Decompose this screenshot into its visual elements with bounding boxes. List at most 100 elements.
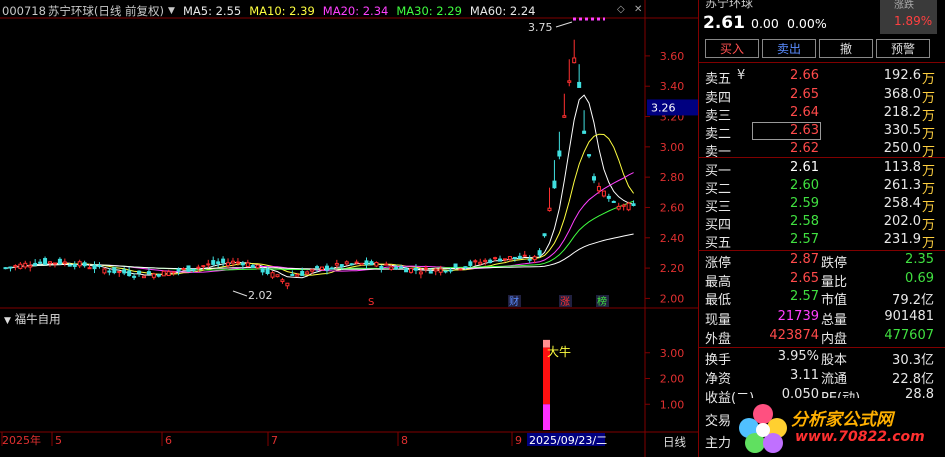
ask-price: 2.62 bbox=[790, 141, 819, 156]
candle bbox=[226, 262, 231, 267]
candle bbox=[132, 275, 137, 278]
trade-buttons: 买入 卖出 撤 预警 bbox=[705, 39, 930, 58]
candle bbox=[97, 265, 102, 268]
candle bbox=[285, 282, 290, 287]
low-label: 2.02 bbox=[248, 289, 273, 302]
stat-label: 净资 bbox=[705, 372, 732, 387]
stat-label: 总量 bbox=[821, 313, 848, 328]
stat-label: 内盘 bbox=[821, 332, 848, 347]
ma20-value: MA20: 2.34 bbox=[322, 4, 389, 18]
candle bbox=[542, 233, 547, 237]
ask-row[interactable]: 卖四 2.65 368.0 万 bbox=[699, 86, 945, 106]
candle bbox=[57, 258, 62, 265]
bid-price: 2.58 bbox=[790, 214, 819, 229]
stat-label: 涨停 bbox=[705, 256, 732, 271]
candle bbox=[112, 267, 117, 274]
candle bbox=[498, 258, 503, 262]
ask-price: 2.66 bbox=[790, 68, 819, 83]
close-icon[interactable]: ✕ bbox=[634, 4, 646, 16]
candle bbox=[38, 261, 43, 264]
bid-volume: 231.9 bbox=[883, 232, 921, 247]
y-tick-label: 2.20 bbox=[660, 262, 685, 275]
candle bbox=[166, 271, 171, 277]
candle bbox=[186, 265, 191, 272]
stock-name: 苏宁环球 bbox=[47, 4, 94, 18]
candle bbox=[418, 271, 423, 275]
candle bbox=[611, 200, 616, 203]
candle bbox=[453, 263, 458, 268]
candle bbox=[13, 265, 18, 268]
high-arrow bbox=[555, 21, 573, 28]
alert-button[interactable]: 预警 bbox=[876, 39, 930, 58]
dropdown-icon[interactable]: ▼ bbox=[168, 6, 175, 16]
stat-label[interactable]: 主力 bbox=[705, 432, 731, 451]
ask-volume: 368.0 bbox=[883, 87, 921, 102]
stat-value: 3.95% bbox=[777, 349, 819, 364]
candle bbox=[305, 271, 310, 275]
stat-label: 最高 bbox=[705, 275, 732, 290]
candle bbox=[601, 190, 606, 197]
candle bbox=[483, 259, 488, 263]
ask-row[interactable]: 卖一 2.62 250.0 万 bbox=[699, 140, 945, 160]
stat-value: 2.35 bbox=[905, 252, 934, 267]
candle bbox=[280, 279, 285, 283]
stat-value: 0.69 bbox=[905, 271, 934, 286]
ask-row[interactable]: 卖二 2.63 330.5 万 bbox=[699, 122, 945, 142]
kline-chart[interactable]: 3.603.403.203.002.802.602.402.202.003.26… bbox=[0, 0, 698, 457]
candle bbox=[616, 205, 621, 210]
candle bbox=[339, 264, 344, 268]
stat-value: 2.65 bbox=[790, 271, 819, 286]
bid-row[interactable]: 买二 2.60 261.3 万 bbox=[699, 177, 945, 197]
candle bbox=[8, 266, 13, 269]
indicator-name-row[interactable]: ▼ 福牛自用 bbox=[4, 311, 61, 327]
candle bbox=[181, 267, 186, 270]
bid-row[interactable]: 买三 2.59 258.4 万 bbox=[699, 195, 945, 215]
ask-price: 2.63 bbox=[790, 123, 819, 138]
candle bbox=[310, 269, 315, 272]
x-tick-label: 7 bbox=[271, 434, 278, 447]
bid-row[interactable]: 买一 2.61 113.8 万 bbox=[699, 159, 945, 179]
crosshair-price: 3.26 bbox=[651, 101, 676, 114]
stat-label[interactable]: 交易 bbox=[705, 410, 731, 429]
candle bbox=[315, 266, 320, 269]
candle bbox=[527, 258, 532, 261]
candle bbox=[552, 180, 557, 189]
candle bbox=[428, 271, 433, 274]
stat-value: 2.87 bbox=[790, 252, 819, 267]
buy-button[interactable]: 买入 bbox=[705, 39, 759, 58]
ask-row[interactable]: 卖三 2.64 218.2 万 bbox=[699, 104, 945, 124]
chart-period[interactable]: (日线 前复权) bbox=[94, 3, 164, 19]
sell-button[interactable]: 卖出 bbox=[762, 39, 816, 58]
ma10-value: MA10: 2.39 bbox=[249, 4, 315, 18]
candle bbox=[512, 256, 517, 259]
candle bbox=[547, 207, 552, 212]
chevron-down-icon[interactable]: ▼ bbox=[4, 316, 11, 326]
bid-row[interactable]: 买四 2.58 202.0 万 bbox=[699, 213, 945, 233]
indicator-tick-label: 3.00 bbox=[660, 347, 685, 360]
bid-row[interactable]: 买五 2.57 231.9 万 bbox=[699, 231, 945, 251]
diamond-icon[interactable]: ◇ bbox=[617, 4, 629, 16]
candle bbox=[191, 268, 196, 271]
x-tick-label: 9 bbox=[515, 434, 522, 447]
candle bbox=[260, 268, 265, 273]
candle bbox=[394, 266, 399, 270]
candle bbox=[359, 262, 364, 266]
stat-value: 477607 bbox=[884, 328, 934, 343]
candle bbox=[290, 273, 295, 276]
flower-logo-icon bbox=[739, 404, 787, 453]
candle bbox=[537, 250, 542, 256]
ma5-value: MA5: 2.55 bbox=[182, 4, 242, 18]
candle bbox=[374, 261, 379, 267]
period-tab[interactable]: 日线 bbox=[663, 434, 686, 450]
ask-volume: 330.5 bbox=[883, 123, 921, 138]
ask-row[interactable]: 卖五 ¥ 2.66 192.6 万 bbox=[699, 67, 945, 87]
indicator-tick-label: 2.00 bbox=[660, 373, 685, 386]
stat-label: 量比 bbox=[821, 275, 848, 290]
x-tick-label: 2025/09/23/二 bbox=[529, 434, 607, 447]
candle bbox=[28, 265, 33, 268]
cancel-button[interactable]: 撤 bbox=[819, 39, 873, 58]
candle bbox=[384, 263, 389, 266]
stat-value: 22.8亿 bbox=[892, 372, 934, 387]
stat-label: 外盘 bbox=[705, 332, 732, 347]
candle bbox=[409, 268, 414, 273]
